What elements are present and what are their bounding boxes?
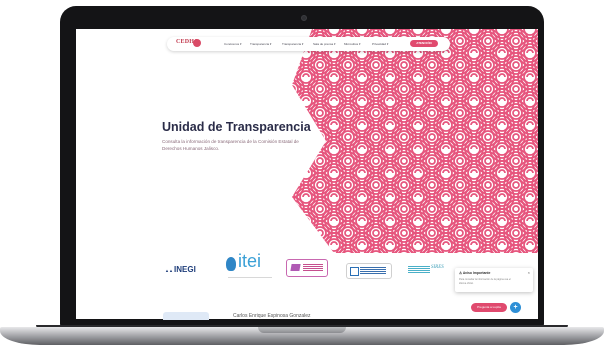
sires-text-lines: [408, 266, 430, 274]
inegi-mark-icon: ▲▲: [165, 268, 175, 273]
partner-text-lines: [360, 267, 386, 275]
nav-item-privacidad[interactable]: Privacidad ▾: [372, 42, 388, 46]
nav-item-sala-prensa[interactable]: Sala de prensa ▾: [313, 42, 336, 46]
partner-emblem-icon: [290, 264, 301, 271]
notice-title-text: Aviso Importante: [462, 271, 491, 275]
nav-item-micrositios[interactable]: Micrositios ▾: [344, 42, 361, 46]
top-navbar: [167, 37, 450, 51]
inegi-label: INEGI: [174, 265, 196, 274]
partner-logo-blue[interactable]: [346, 263, 392, 279]
notice-body: Para consultar la información de la pági…: [459, 278, 511, 285]
itei-divider: [228, 277, 272, 284]
webcam-icon: [301, 15, 307, 21]
laptop-notch: [258, 327, 346, 333]
attention-button[interactable]: ATENCIÓN: [410, 40, 438, 47]
logo-mark-icon: [193, 39, 201, 47]
nav-item-transparencia-2[interactable]: Transparencia ▾: [282, 42, 303, 46]
notice-popup: ⚠ Aviso Importante × Para consultar la i…: [455, 268, 533, 292]
help-button[interactable]: Pregunta a Lupita: [471, 303, 507, 312]
itei-drop-icon: [226, 257, 236, 271]
sires-logo[interactable]: SIRES: [408, 265, 450, 275]
inegi-logo[interactable]: ▲▲ INEGI: [165, 265, 196, 274]
decorative-wave-pattern: [292, 29, 538, 253]
chat-fab-button[interactable]: +: [510, 302, 521, 313]
page-title: Unidad de Transparencia: [162, 120, 311, 134]
page-subtitle: Consulta la información de transparencia…: [162, 139, 299, 151]
partner-logo-pink[interactable]: [286, 259, 328, 277]
nav-item-transparencia-1[interactable]: Transparencia ▾: [250, 42, 271, 46]
notice-title: ⚠ Aviso Importante: [459, 271, 491, 275]
site-logo[interactable]: CEDHJ: [176, 39, 202, 49]
sires-label: SIRES: [431, 265, 444, 270]
bottom-card: [163, 312, 209, 320]
itei-label: itei: [238, 251, 262, 271]
nav-item-conocenos[interactable]: Conócenos ▾: [224, 42, 242, 46]
partner-document-icon: [350, 267, 359, 276]
partner-text-lines: [303, 264, 323, 272]
close-icon[interactable]: ×: [528, 270, 530, 275]
bottom-heading: Carlos Enrique Espinosa Gonzalez: [233, 313, 311, 319]
itei-logo[interactable]: itei: [226, 251, 274, 289]
